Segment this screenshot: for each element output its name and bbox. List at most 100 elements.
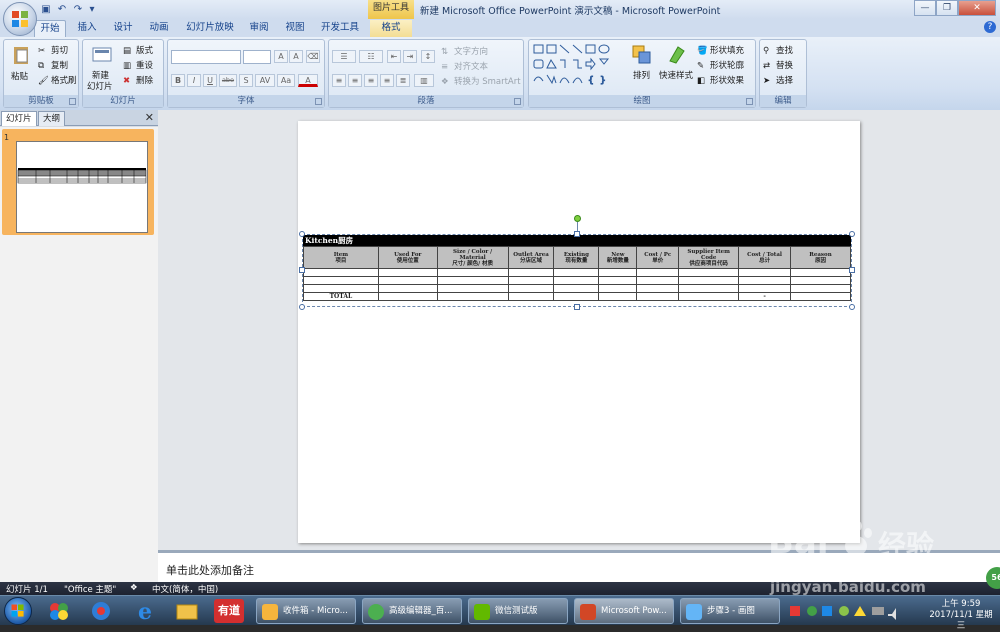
align-left-icon[interactable]: ≡	[332, 74, 346, 87]
table-cell[interactable]	[738, 284, 792, 293]
numbering-icon[interactable]: ☷	[359, 50, 383, 63]
bullets-icon[interactable]: ☰	[332, 50, 356, 63]
task-paint[interactable]: 步骤3 - 画图	[680, 598, 780, 624]
save-icon[interactable]: ▣	[40, 4, 52, 16]
total-label-cell[interactable]: TOTAL	[303, 292, 379, 301]
grow-font-icon[interactable]: A	[274, 50, 288, 63]
change-case-button[interactable]: Aa	[277, 74, 295, 87]
table-cell[interactable]	[678, 268, 740, 277]
header-item[interactable]: Item 项目	[303, 246, 379, 269]
decrease-indent-icon[interactable]: ⇤	[387, 50, 401, 63]
table-cell[interactable]	[636, 268, 680, 277]
table-cell[interactable]	[303, 276, 379, 285]
new-slide-dropdown[interactable]: 幻灯片	[87, 80, 113, 92]
table-cell[interactable]	[678, 276, 740, 285]
system-clock[interactable]: 上午 9:59 2017/11/1 星期三	[926, 599, 996, 632]
replace-button[interactable]: ⇄ 替换	[763, 59, 793, 72]
tab-format[interactable]: 格式	[370, 20, 412, 37]
slide-thumbnail[interactable]	[16, 141, 148, 233]
pinned-app-icon[interactable]	[44, 599, 74, 623]
table-cell[interactable]	[636, 284, 680, 293]
table-cell[interactable]	[598, 284, 638, 293]
find-button[interactable]: ⚲ 查找	[763, 44, 793, 57]
table-cell[interactable]	[507, 284, 555, 293]
font-launcher-icon[interactable]	[315, 98, 322, 105]
table-cell[interactable]	[790, 268, 851, 277]
table-cell[interactable]	[738, 268, 792, 277]
resize-handle-b[interactable]	[574, 304, 580, 310]
table-cell[interactable]	[507, 276, 555, 285]
smartart-button[interactable]: ❖ 转换为 SmartArt	[441, 75, 521, 88]
table-cell[interactable]	[553, 284, 600, 293]
shadow-button[interactable]: S	[239, 74, 253, 87]
cut-button[interactable]: ✂ 剪切	[38, 44, 68, 57]
header-cost-total[interactable]: Cost / Total 总计	[738, 246, 792, 269]
table-cell[interactable]	[598, 292, 638, 301]
close-pane-icon[interactable]: ✕	[145, 111, 154, 124]
line-spacing-icon[interactable]: ↕	[421, 50, 435, 63]
table-cell[interactable]	[436, 268, 509, 277]
table-cell[interactable]	[636, 276, 680, 285]
table-cell[interactable]	[738, 276, 792, 285]
header-outlet-area[interactable]: Outlet Area 分店区域	[507, 246, 555, 269]
text-direction-button[interactable]: ⇅ 文字方向	[441, 45, 488, 58]
tab-home[interactable]: 开始	[34, 20, 66, 37]
table-cell[interactable]	[598, 268, 638, 277]
header-new[interactable]: New 新增数量	[598, 246, 638, 269]
select-button[interactable]: ➤ 选择	[763, 74, 793, 87]
italic-button[interactable]: I	[187, 74, 201, 87]
shrink-font-icon[interactable]: A	[289, 50, 303, 63]
format-painter-button[interactable]: 🖌 格式刷	[38, 74, 77, 87]
shapes-gallery-icon[interactable]: {}	[532, 43, 624, 87]
table-cell[interactable]	[303, 268, 379, 277]
table-cell[interactable]	[377, 292, 438, 301]
table-cell[interactable]	[377, 284, 438, 293]
tab-slideshow[interactable]: 幻灯片放映	[182, 20, 238, 37]
bold-button[interactable]: B	[171, 74, 185, 87]
font-color-button[interactable]: A	[298, 74, 318, 87]
task-inbox[interactable]: 收件箱 - Micro...	[256, 598, 356, 624]
increase-indent-icon[interactable]: ⇥	[403, 50, 417, 63]
table-cell[interactable]	[436, 292, 509, 301]
strikethrough-button[interactable]: abe	[219, 74, 237, 87]
table-cell[interactable]	[790, 284, 851, 293]
header-supplier-code[interactable]: Supplier Item Code 供应商项目代码	[678, 246, 740, 269]
total-value-cell[interactable]: -	[738, 292, 792, 301]
table-cell[interactable]	[436, 284, 509, 293]
table-cell[interactable]	[636, 292, 680, 301]
tray-icons[interactable]	[788, 598, 928, 624]
table-cell[interactable]	[377, 276, 438, 285]
paragraph-launcher-icon[interactable]	[514, 98, 521, 105]
kitchen-table[interactable]: Kitchen厨房 Item 项目 Used For 使用位置 Size / Col…	[303, 235, 851, 307]
tab-developer[interactable]: 开发工具	[318, 20, 362, 37]
layout-button[interactable]: ▤ 版式	[123, 44, 153, 57]
resize-handle-tl[interactable]	[299, 231, 305, 237]
task-wechat[interactable]: 微信测试版	[468, 598, 568, 624]
header-used-for[interactable]: Used For 使用位置	[377, 246, 438, 269]
font-size-combo[interactable]	[243, 50, 271, 64]
clipboard-launcher-icon[interactable]	[69, 98, 76, 105]
table-cell[interactable]	[377, 268, 438, 277]
header-size-color[interactable]: Size / Color / Material 尺寸/ 颜色/ 材质	[436, 246, 509, 269]
table-cell[interactable]	[507, 292, 555, 301]
table-cell[interactable]	[303, 284, 379, 293]
delete-slide-button[interactable]: ✖ 删除	[123, 74, 153, 87]
resize-handle-l[interactable]	[299, 267, 305, 273]
header-reason[interactable]: Reason 原因	[790, 246, 851, 269]
tab-view[interactable]: 视图	[280, 20, 310, 37]
drawing-launcher-icon[interactable]	[746, 98, 753, 105]
columns-icon[interactable]: ▥	[414, 74, 434, 87]
arrange-button[interactable]: 排列	[633, 69, 650, 81]
justify-icon[interactable]: ≡	[380, 74, 394, 87]
language-status[interactable]: 中文(简体，中国)	[152, 583, 218, 595]
table-cell[interactable]	[790, 276, 851, 285]
table-cell[interactable]	[598, 276, 638, 285]
tab-design[interactable]: 设计	[108, 20, 138, 37]
help-icon[interactable]: ?	[984, 21, 996, 33]
resize-handle-t[interactable]	[574, 231, 580, 237]
redo-icon[interactable]: ↷	[72, 4, 84, 16]
table-cell[interactable]	[436, 276, 509, 285]
ie-icon[interactable]: e	[130, 599, 160, 625]
youdao-app[interactable]: 有道	[214, 599, 244, 623]
resize-handle-bl[interactable]	[299, 304, 305, 310]
